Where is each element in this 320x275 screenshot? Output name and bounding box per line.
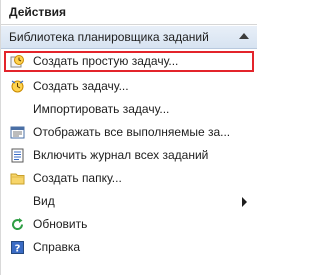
refresh-icon <box>10 217 25 232</box>
task-icon <box>10 79 25 94</box>
section-title: Библиотека планировщика заданий <box>9 30 209 44</box>
submenu-arrow-icon <box>242 197 247 207</box>
action-enable-all-tasks-history[interactable]: Включить журнал всех заданий <box>1 144 257 167</box>
svg-text:?: ? <box>15 244 21 255</box>
action-refresh[interactable]: Обновить <box>1 213 257 236</box>
action-label: Создать папку... <box>33 171 122 185</box>
actions-pane: Действия Библиотека планировщика заданий… <box>0 0 257 275</box>
action-label: Включить журнал всех заданий <box>33 148 209 162</box>
history-log-icon <box>10 148 25 163</box>
pane-title: Действия <box>1 0 257 25</box>
running-tasks-icon <box>10 125 25 140</box>
action-new-folder[interactable]: Создать папку... <box>1 167 257 190</box>
action-label: Создать простую задачу... <box>33 54 179 68</box>
action-create-task[interactable]: Создать задачу... <box>1 75 257 98</box>
basic-task-icon <box>10 54 25 69</box>
action-view[interactable]: Вид <box>1 190 257 213</box>
actions-list: Создать простую задачу... Создать задачу… <box>1 51 257 259</box>
action-label: Справка <box>33 240 81 254</box>
action-label: Отображать все выполняемые за... <box>33 125 231 139</box>
folder-icon <box>10 171 25 186</box>
collapse-arrow-icon[interactable] <box>239 33 249 39</box>
action-label: Импортировать задачу... <box>33 102 170 116</box>
help-icon: ? <box>10 240 25 255</box>
action-label: Вид <box>33 194 55 208</box>
section-header-task-scheduler-library[interactable]: Библиотека планировщика заданий <box>1 25 257 49</box>
action-display-running-tasks[interactable]: Отображать все выполняемые за... <box>1 121 257 144</box>
action-create-basic-task[interactable]: Создать простую задачу... <box>4 51 254 72</box>
action-help[interactable]: ? Справка <box>1 236 257 259</box>
action-import-task[interactable]: Импортировать задачу... <box>1 98 257 121</box>
action-label: Создать задачу... <box>33 79 129 93</box>
action-label: Обновить <box>33 217 88 231</box>
